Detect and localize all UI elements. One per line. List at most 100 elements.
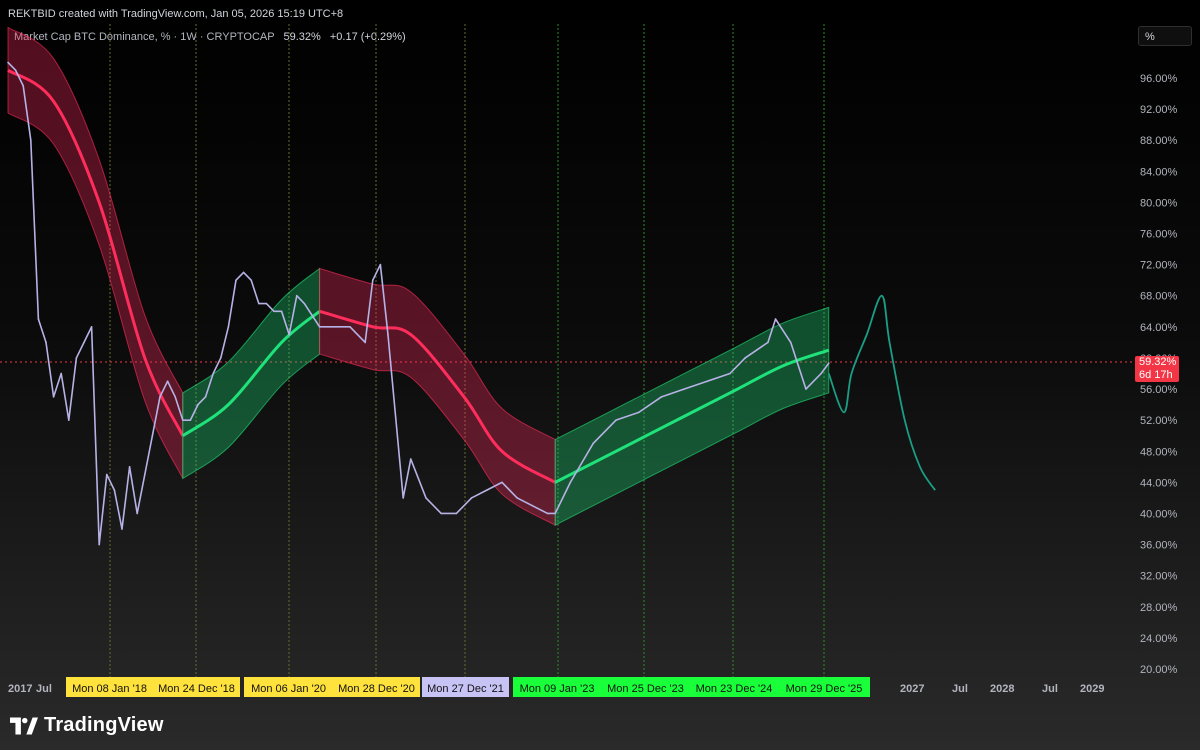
price-point bbox=[52, 396, 55, 398]
y-tick-label: 36.00% bbox=[1140, 540, 1178, 552]
price-point bbox=[136, 512, 138, 515]
price-point bbox=[409, 458, 412, 460]
price-point bbox=[789, 341, 792, 344]
price-point bbox=[295, 294, 298, 297]
price-point bbox=[774, 318, 777, 320]
price-point bbox=[371, 279, 374, 281]
y-tick-label: 28.00% bbox=[1140, 602, 1178, 614]
price-point bbox=[349, 326, 351, 328]
price-point bbox=[387, 333, 389, 336]
y-tick-label: 72.00% bbox=[1140, 260, 1178, 272]
price-point bbox=[151, 434, 154, 437]
price-point bbox=[569, 481, 572, 484]
price-point bbox=[22, 84, 24, 87]
price-point bbox=[333, 326, 336, 328]
price-point bbox=[105, 473, 108, 476]
cycle-marker-label: Mon 29 Dec '25 bbox=[786, 683, 863, 695]
price-point bbox=[402, 497, 404, 499]
price-point bbox=[379, 263, 382, 266]
price-point bbox=[531, 504, 534, 507]
price-point bbox=[280, 310, 283, 313]
cycle-marker-label: Mon 08 Jan '18 bbox=[72, 683, 147, 695]
y-tick-label: 96.00% bbox=[1140, 73, 1178, 85]
cycle-marker-label: Mon 23 Dec '24 bbox=[696, 683, 773, 695]
y-tick-label: 52.00% bbox=[1140, 415, 1178, 427]
price-point bbox=[67, 419, 70, 421]
x-axis: 2017 Jul 2027 Jul 2028 Jul 2029 Mon 08 Jan '18 M… bbox=[8, 677, 1104, 697]
price-point bbox=[592, 442, 594, 445]
y-tick-label: 92.00% bbox=[1140, 104, 1178, 116]
price-point bbox=[729, 372, 731, 375]
price-point bbox=[242, 271, 245, 274]
projection-line bbox=[827, 294, 936, 491]
cycle-marker-label: Mon 27 Dec '21 bbox=[427, 683, 504, 695]
y-tick-label: 68.00% bbox=[1140, 291, 1178, 303]
cycle-marker-label: Mon 09 Jan '23 bbox=[520, 683, 595, 695]
x-tick-label: Jul bbox=[952, 683, 968, 695]
x-tick-label: 2028 bbox=[990, 683, 1014, 695]
price-point bbox=[303, 302, 306, 305]
price-point bbox=[7, 61, 9, 64]
price-point bbox=[257, 302, 260, 305]
price-point bbox=[827, 362, 830, 365]
y-tick-label: 24.00% bbox=[1140, 633, 1178, 645]
trend-bands bbox=[7, 26, 830, 527]
price-point bbox=[29, 139, 32, 142]
price-point bbox=[265, 302, 268, 305]
price-point bbox=[501, 481, 503, 484]
price-point bbox=[75, 357, 78, 359]
tradingview-logo-text: TradingView bbox=[44, 714, 164, 736]
price-point bbox=[485, 489, 488, 491]
y-tick-label: 80.00% bbox=[1140, 197, 1178, 209]
price-point bbox=[470, 497, 473, 499]
price-point bbox=[273, 310, 275, 313]
price-point bbox=[174, 396, 176, 398]
y-tick-label: 32.00% bbox=[1140, 571, 1178, 583]
price-point bbox=[113, 489, 116, 491]
price-point bbox=[805, 388, 807, 390]
price-point bbox=[554, 512, 556, 515]
price-point bbox=[121, 528, 123, 530]
price-point bbox=[820, 372, 822, 375]
y-tick-label: 44.00% bbox=[1140, 477, 1178, 489]
price-point bbox=[683, 388, 686, 390]
chart-canvas[interactable]: 96.00% 92.00% 88.00% 84.00% 80.00% 76.00% 72.0… bbox=[0, 0, 1200, 750]
x-tick-label: 2029 bbox=[1080, 683, 1104, 695]
price-point bbox=[318, 326, 321, 328]
price-point bbox=[744, 357, 746, 359]
tradingview-logo: TradingView bbox=[10, 714, 164, 737]
price-point bbox=[516, 497, 518, 499]
x-tick-label: Jul bbox=[36, 683, 52, 695]
x-tick-label: Jul bbox=[1042, 683, 1058, 695]
price-point bbox=[197, 403, 199, 406]
price-point bbox=[159, 396, 161, 398]
price-point bbox=[98, 543, 100, 546]
y-tick-label: 48.00% bbox=[1140, 446, 1178, 458]
price-point bbox=[425, 497, 427, 499]
price-point bbox=[143, 473, 146, 476]
trend-band-fill bbox=[182, 267, 321, 480]
y-tick-label: 84.00% bbox=[1140, 166, 1178, 178]
price-point bbox=[204, 396, 207, 398]
price-point bbox=[219, 357, 222, 359]
price-point bbox=[440, 512, 442, 515]
trend-band-fill bbox=[319, 267, 556, 527]
trend-band-fill bbox=[554, 306, 830, 526]
price-point bbox=[128, 466, 131, 468]
cycle-marker-label: Mon 06 Jan '20 bbox=[251, 683, 326, 695]
cycle-vertical-lines bbox=[109, 24, 825, 677]
price-point bbox=[189, 419, 192, 421]
price-tag: 59.32% 6d 17h bbox=[1135, 356, 1179, 382]
price-point bbox=[637, 411, 640, 414]
y-tick-label: 56.00% bbox=[1140, 384, 1178, 396]
price-point bbox=[181, 419, 184, 421]
projection-series bbox=[827, 294, 936, 491]
price-point bbox=[364, 341, 366, 344]
price-point bbox=[706, 380, 708, 383]
price-point bbox=[455, 512, 458, 515]
price-point bbox=[37, 318, 40, 320]
price-point bbox=[45, 341, 47, 344]
y-tick-label: 76.00% bbox=[1140, 229, 1178, 241]
price-point bbox=[615, 419, 617, 421]
price-point bbox=[14, 69, 17, 72]
